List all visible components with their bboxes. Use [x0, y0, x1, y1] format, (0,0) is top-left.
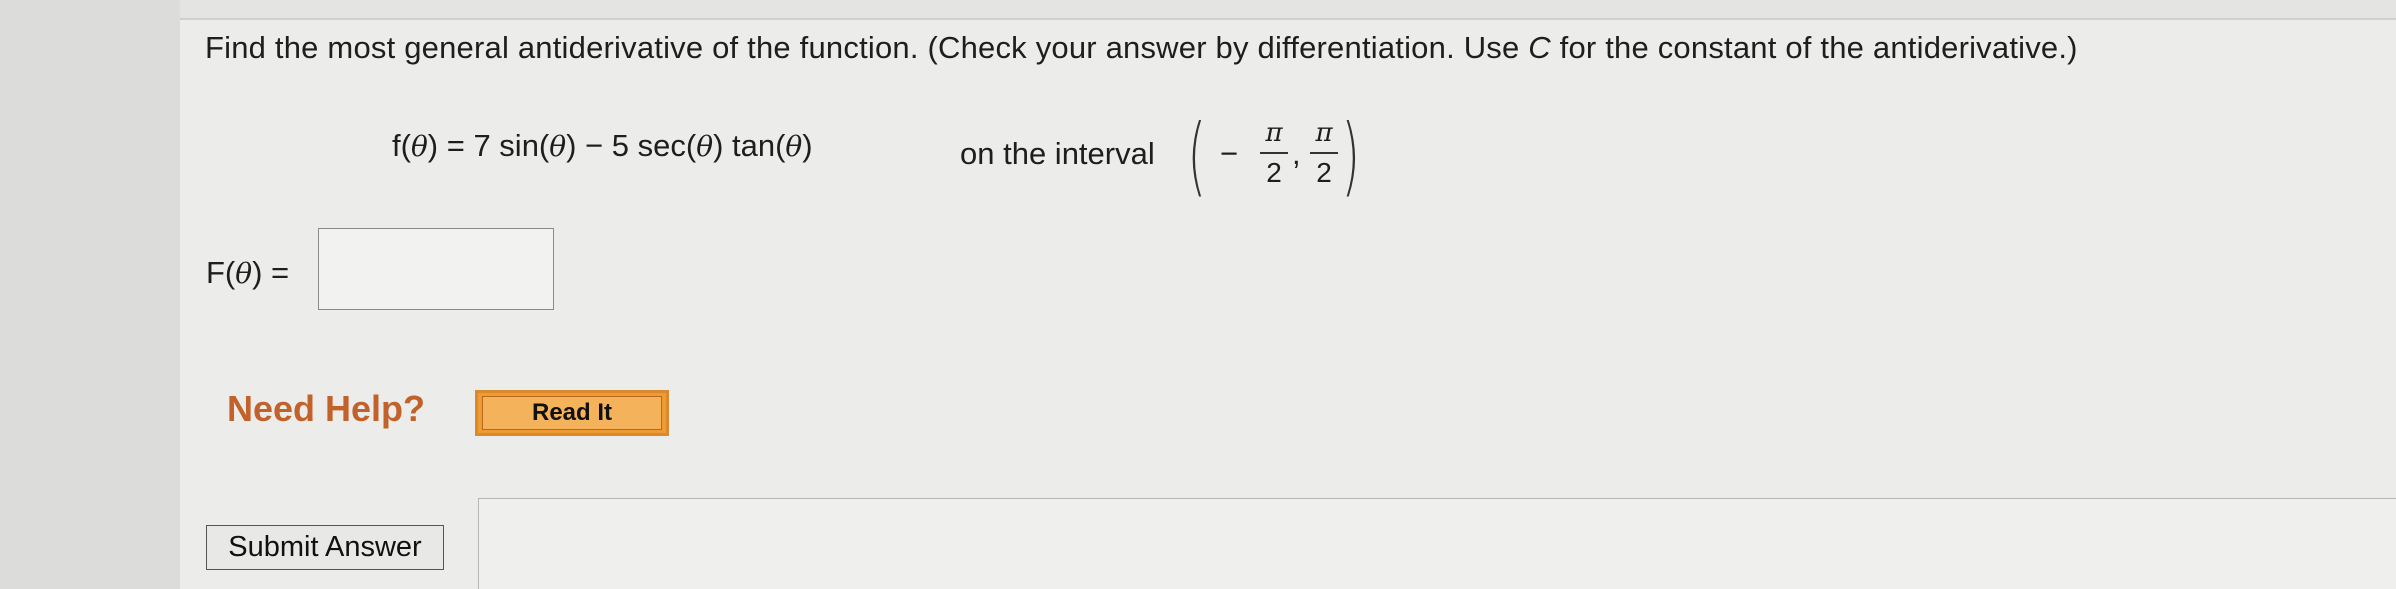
theta-symbol: θ — [696, 130, 714, 163]
fraction-bar — [1260, 152, 1288, 154]
question-text-part-2: for the constant of the antiderivative.) — [1550, 30, 2078, 65]
answer-label: F(θ) = — [206, 255, 289, 291]
left-margin — [0, 0, 180, 589]
question-text: Find the most general antiderivative of … — [205, 30, 2078, 66]
interval-open-paren: ( — [1187, 106, 1207, 206]
interval-upper-fraction: π 2 — [1310, 116, 1338, 190]
function-lhs: f( — [392, 128, 411, 163]
top-divider — [180, 0, 2396, 20]
function-definition: f(θ) = 7 sin(θ) − 5 sec(θ) tan(θ) — [392, 128, 813, 164]
need-help-label: Need Help? — [227, 388, 426, 429]
fraction-numerator: π — [1315, 118, 1333, 148]
answer-label-lhs: F( — [206, 255, 236, 290]
function-term-2: ) − 5 sec( — [566, 128, 697, 163]
interval-comma: , — [1292, 136, 1301, 171]
read-it-button-label[interactable]: Read It — [482, 396, 662, 430]
fraction-denominator: 2 — [1266, 157, 1282, 188]
interval-minus-sign: − — [1220, 136, 1239, 171]
antiderivative-answer-input[interactable] — [318, 228, 554, 310]
fraction-denominator: 2 — [1316, 157, 1332, 188]
question-text-part-1: Find the most general antiderivative of … — [205, 30, 1529, 65]
submit-answer-button[interactable]: Submit Answer — [206, 525, 444, 570]
theta-symbol: θ — [410, 130, 428, 163]
interval-lower-fraction: π 2 — [1260, 116, 1288, 190]
interval-label: on the interval — [960, 136, 1155, 171]
fraction-numerator: π — [1265, 118, 1283, 148]
theta-symbol: θ — [785, 130, 803, 163]
answer-label-rhs: ) = — [252, 255, 290, 290]
theta-symbol: θ — [235, 257, 253, 290]
constant-variable: C — [1528, 30, 1551, 65]
function-term-1: ) = 7 sin( — [427, 128, 550, 163]
interval-close-paren: ) — [1341, 106, 1361, 206]
theta-symbol: θ — [549, 130, 567, 163]
interval-expression: ( − π 2 , π 2 ) — [1188, 106, 1374, 212]
response-feedback-area — [478, 498, 2396, 589]
fraction-bar — [1310, 152, 1338, 154]
function-term-3: ) tan( — [713, 128, 786, 163]
read-it-button[interactable]: Read It — [475, 390, 669, 436]
function-term-4: ) — [802, 128, 813, 163]
